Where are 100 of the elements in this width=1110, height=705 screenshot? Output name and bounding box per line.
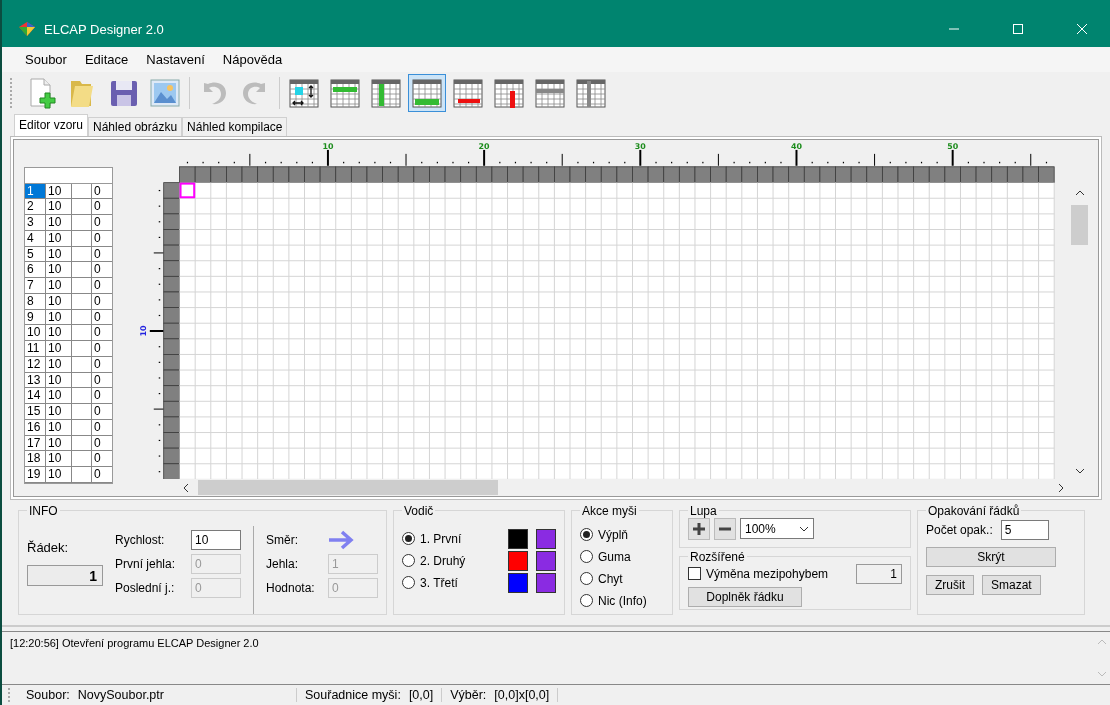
- ruler-label: 10: [322, 141, 334, 151]
- radio-button[interactable]: Chyt: [580, 567, 664, 590]
- color-swatch[interactable]: [508, 528, 528, 549]
- field-label: Jehla:: [266, 557, 300, 572]
- table-cell: 10: [46, 388, 72, 405]
- table-grid-icon: [534, 77, 566, 110]
- table-cell: 0: [92, 356, 112, 373]
- table-cell[interactable]: 16: [25, 419, 46, 436]
- table-cell: 0: [92, 325, 112, 342]
- table-grid-icon: [575, 77, 607, 110]
- table-cell: [72, 388, 92, 405]
- zoom-dropdown[interactable]: 100%: [740, 518, 814, 540]
- picture-icon: [149, 77, 181, 110]
- table-cell: 10: [46, 199, 72, 216]
- table-cell: 0: [92, 199, 112, 216]
- fill-row-button[interactable]: Doplněk řádku: [688, 586, 802, 607]
- table-cell: 0: [92, 309, 112, 326]
- table-cell: 0: [92, 230, 112, 247]
- table-cell[interactable]: 5: [25, 246, 46, 263]
- ruler-label: 10: [138, 325, 148, 337]
- table-cell[interactable]: 2: [25, 199, 46, 216]
- menu-item[interactable]: Nastavení: [137, 52, 214, 67]
- table-cell[interactable]: 4: [25, 230, 46, 247]
- scroll-up-icon[interactable]: [1074, 188, 1085, 197]
- table-cell: [72, 262, 92, 279]
- radio-button[interactable]: 2. Druhý: [402, 553, 466, 568]
- action-button[interactable]: Zrušit: [926, 574, 974, 595]
- color-swatch[interactable]: [508, 550, 528, 571]
- maximize-icon[interactable]: [1012, 23, 1024, 36]
- table-cell: [72, 356, 92, 373]
- table-cell[interactable]: 15: [25, 404, 46, 420]
- table-cell: 10: [46, 230, 72, 247]
- radio-button[interactable]: Výplň: [580, 523, 664, 546]
- table-cell: 10: [46, 183, 72, 200]
- table-cell[interactable]: 11: [25, 341, 46, 357]
- action-button[interactable]: Smazat: [982, 574, 1041, 595]
- number-field[interactable]: 1: [856, 563, 902, 584]
- table-cell[interactable]: 18: [25, 451, 46, 468]
- color-swatch[interactable]: [536, 572, 556, 593]
- field-label: Hodnota:: [266, 581, 316, 596]
- scroll-thumb[interactable]: [198, 480, 498, 495]
- scroll-right-icon[interactable]: [1057, 482, 1065, 493]
- menu-item[interactable]: Editace: [75, 52, 138, 67]
- tab[interactable]: Náhled obrázku: [88, 116, 183, 136]
- table-cell[interactable]: 3: [25, 215, 46, 231]
- input-field[interactable]: 5: [1000, 520, 1049, 541]
- tab[interactable]: Náhled kompilace: [182, 116, 288, 136]
- ruler-label: 40: [790, 141, 802, 151]
- table-cell[interactable]: 9: [25, 309, 46, 326]
- toolbar-button[interactable]: [408, 74, 446, 113]
- checkbox[interactable]: Výměna mezipohybem: [688, 566, 829, 581]
- zoom-out-button[interactable]: [714, 517, 736, 540]
- table-cell[interactable]: 6: [25, 262, 46, 279]
- app-logo-icon: [18, 21, 36, 38]
- table-cell: [72, 372, 92, 389]
- table-cell: 10: [46, 419, 72, 436]
- plus-icon: [692, 521, 706, 536]
- table-cell: [72, 309, 92, 326]
- status-label: Souřadnice myši:: [305, 688, 401, 703]
- input-field[interactable]: 10: [191, 530, 241, 551]
- table-cell[interactable]: 13: [25, 372, 46, 389]
- table-cell: 10: [46, 309, 72, 326]
- color-swatch[interactable]: [508, 572, 528, 593]
- table-grid-icon: [329, 77, 361, 110]
- radio-button[interactable]: Nic (Info): [580, 589, 664, 612]
- group-title: Lupa: [689, 503, 718, 518]
- table-cell: [72, 278, 92, 294]
- field-label: Rychlost:: [115, 533, 166, 548]
- table-cell: 0: [92, 278, 112, 294]
- table-cell: 0: [92, 341, 112, 357]
- group-title: Akce myši: [581, 503, 638, 518]
- table-cell[interactable]: 8: [25, 293, 46, 310]
- color-swatch[interactable]: [536, 550, 556, 571]
- hide-button[interactable]: Skrýt: [926, 546, 1056, 567]
- radio-button[interactable]: Guma: [580, 545, 664, 568]
- table-cell: 0: [92, 262, 112, 279]
- table-cell: [72, 419, 92, 436]
- menu-item[interactable]: Soubor: [16, 52, 76, 67]
- radio-button[interactable]: 3. Třetí: [402, 575, 458, 590]
- close-icon[interactable]: [1076, 23, 1088, 36]
- table-grid-icon: [493, 77, 525, 110]
- table-cell[interactable]: 10: [25, 325, 46, 342]
- scroll-left-icon[interactable]: [182, 482, 190, 493]
- table-cell[interactable]: 17: [25, 435, 46, 452]
- scroll-thumb[interactable]: [1071, 204, 1088, 245]
- table-cell: [72, 435, 92, 452]
- tab[interactable]: Editor vzoru: [14, 113, 89, 136]
- table-cell[interactable]: 19: [25, 467, 46, 483]
- table-cell: [72, 451, 92, 468]
- radio-button[interactable]: 1. První: [402, 531, 462, 546]
- table-cell: [72, 215, 92, 231]
- color-swatch[interactable]: [536, 528, 556, 549]
- menu-item[interactable]: Nápověda: [213, 52, 292, 67]
- table-cell[interactable]: 7: [25, 278, 46, 294]
- table-cell: 0: [92, 388, 112, 405]
- scroll-down-icon[interactable]: [1074, 466, 1085, 475]
- table-cell[interactable]: 12: [25, 356, 46, 373]
- log-line: [12:20:56] Otevření programu ELCAP Designer 2.0: [10, 636, 260, 649]
- table-cell[interactable]: 14: [25, 388, 46, 405]
- zoom-in-button[interactable]: [688, 517, 710, 540]
